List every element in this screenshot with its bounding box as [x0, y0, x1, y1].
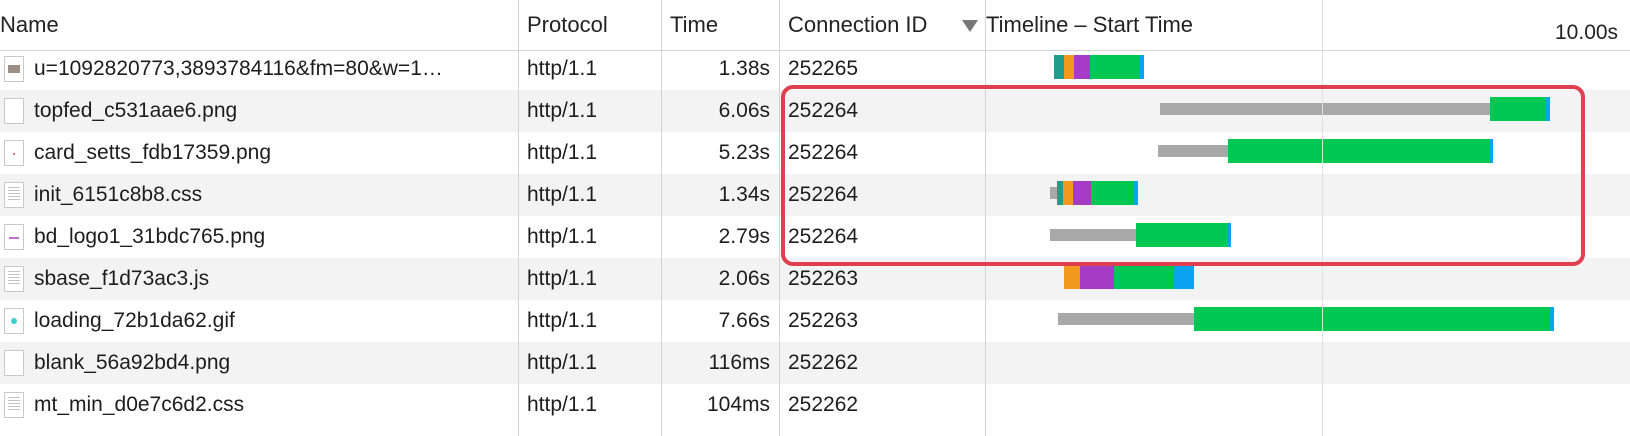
download-segment [1228, 223, 1231, 247]
stalled-segment [1158, 145, 1228, 157]
waiting-segment [1091, 181, 1134, 205]
request-time: 104ms [706, 393, 770, 416]
request-protocol: http/1.1 [527, 183, 598, 206]
request-protocol: http/1.1 [527, 225, 598, 248]
timeline-gridline [1322, 0, 1323, 436]
connect-segment [1064, 265, 1080, 289]
download-segment [1134, 181, 1138, 205]
column-divider[interactable] [779, 0, 780, 436]
css-file-icon [4, 392, 24, 418]
table-row[interactable]: blank_56a92bd4.png http/1.1 116ms 252262 [0, 342, 1630, 384]
column-divider[interactable] [661, 0, 662, 436]
request-connection-id: 252264 [788, 183, 859, 206]
request-protocol: http/1.1 [527, 141, 598, 164]
table-row[interactable]: bd_logo1_31bdc765.png http/1.1 2.79s 252… [0, 216, 1630, 258]
column-divider[interactable] [518, 0, 519, 436]
request-time: 7.66s [718, 309, 770, 332]
table-header: Name Protocol Time Connection ID Timelin… [0, 0, 1630, 51]
table-row[interactable]: card_setts_fdb17359.png http/1.1 5.23s 2… [0, 132, 1630, 174]
waiting-segment [1090, 55, 1140, 79]
request-protocol: http/1.1 [527, 57, 598, 80]
dns-segment [1057, 181, 1063, 205]
request-name: sbase_f1d73ac3.js [34, 267, 210, 290]
request-protocol: http/1.1 [527, 351, 598, 374]
request-connection-id: 252262 [788, 393, 859, 416]
stalled-segment [1058, 313, 1194, 325]
download-segment [1140, 55, 1144, 79]
stalled-segment [1050, 187, 1057, 199]
stalled-segment [1050, 229, 1136, 241]
table-row[interactable]: loading_72b1da62.gif http/1.1 7.66s 2522… [0, 300, 1630, 342]
request-protocol: http/1.1 [527, 267, 598, 290]
css-file-icon [4, 182, 24, 208]
request-protocol: http/1.1 [527, 99, 598, 122]
request-name: u=1092820773,3893784116&fm=80&w=1… [34, 57, 443, 80]
waiting-segment [1194, 307, 1550, 331]
request-connection-id: 252263 [788, 267, 859, 290]
ssl-segment [1080, 265, 1114, 289]
waiting-segment [1228, 139, 1490, 163]
request-time: 5.23s [718, 141, 770, 164]
image-file-icon [4, 140, 24, 166]
table-row[interactable]: sbase_f1d73ac3.js http/1.1 2.06s 252263 [0, 258, 1630, 300]
request-time: 116ms [708, 351, 770, 374]
blank-file-icon [4, 350, 24, 376]
connect-segment [1064, 55, 1074, 79]
stalled-segment [1160, 103, 1490, 115]
gif-file-icon [4, 308, 24, 334]
download-segment [1490, 139, 1493, 163]
request-time: 1.38s [718, 57, 770, 80]
request-name: blank_56a92bd4.png [34, 351, 231, 374]
column-divider[interactable] [985, 0, 986, 436]
column-header-time[interactable]: Time [670, 0, 718, 50]
dns-segment [1054, 55, 1064, 79]
request-name: topfed_c531aae6.png [34, 99, 238, 122]
request-connection-id: 252262 [788, 351, 859, 374]
ssl-segment [1073, 181, 1091, 205]
connect-segment [1063, 181, 1073, 205]
table-row[interactable]: topfed_c531aae6.png http/1.1 6.06s 25226… [0, 90, 1630, 132]
download-segment [1546, 97, 1550, 121]
waiting-segment [1136, 223, 1228, 247]
sort-descending-icon[interactable] [962, 20, 978, 32]
table-row[interactable]: init_6151c8b8.css http/1.1 1.34s 252264 [0, 174, 1630, 216]
table-row[interactable]: mt_min_d0e7c6d2.css http/1.1 104ms 25226… [0, 384, 1630, 426]
request-connection-id: 252263 [788, 309, 859, 332]
request-time: 6.06s [718, 99, 770, 122]
request-connection-id: 252264 [788, 225, 859, 248]
column-header-timeline[interactable]: Timeline – Start Time [986, 0, 1193, 50]
request-time: 2.79s [718, 225, 770, 248]
request-name: mt_min_d0e7c6d2.css [34, 393, 245, 416]
request-name: init_6151c8b8.css [34, 183, 203, 206]
request-protocol: http/1.1 [527, 393, 598, 416]
request-name: bd_logo1_31bdc765.png [34, 225, 266, 248]
request-time: 1.34s [718, 183, 770, 206]
image-file-icon [4, 98, 24, 124]
script-file-icon [4, 266, 24, 292]
request-time: 2.06s [718, 267, 770, 290]
request-name: card_setts_fdb17359.png [34, 141, 272, 164]
image-file-icon [4, 56, 24, 82]
request-name: loading_72b1da62.gif [34, 309, 235, 332]
image-file-icon [4, 224, 24, 250]
waiting-segment [1490, 97, 1546, 121]
column-header-protocol[interactable]: Protocol [527, 0, 608, 50]
column-header-connection-id[interactable]: Connection ID [788, 0, 927, 50]
download-segment [1550, 307, 1554, 331]
download-segment [1174, 265, 1194, 289]
request-connection-id: 252264 [788, 99, 859, 122]
request-connection-id: 252265 [788, 57, 859, 80]
column-header-name[interactable]: Name [0, 0, 59, 50]
request-protocol: http/1.1 [527, 309, 598, 332]
request-connection-id: 252264 [788, 141, 859, 164]
ssl-segment [1074, 55, 1090, 79]
table-row[interactable]: u=1092820773,3893784116&fm=80&w=1… http/… [0, 48, 1630, 90]
waiting-segment [1114, 265, 1174, 289]
